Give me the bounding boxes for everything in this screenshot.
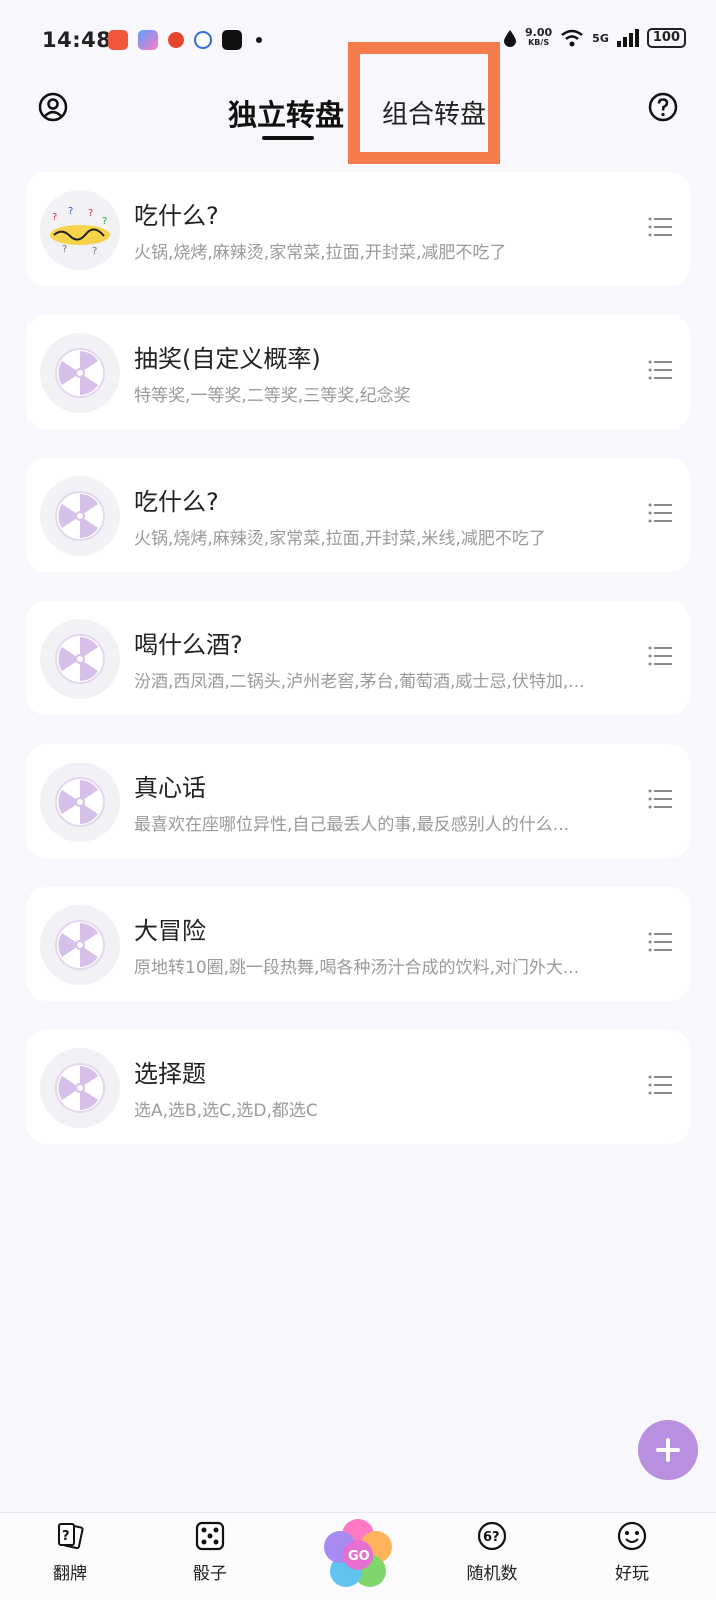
active-tab-indicator bbox=[262, 136, 314, 140]
wheel-icon bbox=[55, 920, 105, 970]
help-icon[interactable] bbox=[648, 92, 678, 122]
nav-fun[interactable]: 好玩 bbox=[592, 1521, 672, 1584]
item-subtitle: 特等奖,一等奖,二等奖,三等奖,纪念奖 bbox=[134, 386, 411, 406]
wifi-icon bbox=[561, 29, 583, 47]
colorful-app-icon bbox=[138, 30, 158, 50]
list-item[interactable]: 选择题 选A,选B,选C,选D,都选C bbox=[26, 1030, 690, 1144]
item-title: 吃什么? bbox=[134, 488, 219, 516]
nav-flip-label: 翻牌 bbox=[53, 1564, 87, 1584]
item-subtitle: 原地转10圈,跳一段热舞,喝各种汤汁合成的饮料,对门外大... bbox=[134, 958, 580, 978]
nav-fun-label: 好玩 bbox=[615, 1564, 649, 1584]
item-subtitle: 火锅,烧烤,麻辣烫,家常菜,拉面,开封菜,米线,减肥不吃了 bbox=[134, 529, 546, 549]
wheel-icon bbox=[55, 1063, 105, 1113]
wheel-avatar bbox=[40, 762, 120, 842]
flip-card-icon: ? bbox=[58, 1523, 84, 1550]
item-title: 吃什么? bbox=[134, 202, 219, 230]
custom-sticker-avatar: ? ? ? ? ? ? bbox=[40, 190, 120, 270]
nav-random-number[interactable]: 6? 随机数 bbox=[452, 1521, 532, 1584]
list-item[interactable]: 喝什么酒? 汾酒,西凤酒,二锅头,泸州老窖,茅台,葡萄酒,威士忌,伏特加,... bbox=[26, 601, 690, 715]
svg-text:?: ? bbox=[88, 208, 93, 219]
wheel-avatar bbox=[40, 1048, 120, 1128]
wheel-icon bbox=[55, 348, 105, 398]
tab-highlight-box bbox=[348, 42, 500, 164]
svg-text:?: ? bbox=[62, 1529, 70, 1544]
list-item[interactable]: 大冒险 原地转10圈,跳一段热舞,喝各种汤汁合成的饮料,对门外大... bbox=[26, 887, 690, 1001]
sticker-image: ? ? ? ? ? ? bbox=[40, 190, 120, 270]
item-title: 真心话 bbox=[134, 774, 206, 802]
plus-icon bbox=[656, 1438, 680, 1462]
svg-text:6?: 6? bbox=[483, 1530, 500, 1545]
video-app-icon bbox=[108, 30, 128, 50]
wheel-avatar bbox=[40, 619, 120, 699]
tab-independent-wheel[interactable]: 独立转盘 bbox=[228, 92, 344, 134]
svg-text:?: ? bbox=[102, 216, 107, 227]
list-item[interactable]: 抽奖(自定义概率) 特等奖,一等奖,二等奖,三等奖,纪念奖 bbox=[26, 315, 690, 429]
item-subtitle: 火锅,烧烤,麻辣烫,家常菜,拉面,开封菜,减肥不吃了 bbox=[134, 243, 507, 263]
list-item[interactable]: 吃什么? 火锅,烧烤,麻辣烫,家常菜,拉面,开封菜,米线,减肥不吃了 bbox=[26, 458, 690, 572]
smile-face-icon bbox=[617, 1521, 647, 1551]
random-number-icon: 6? bbox=[477, 1521, 507, 1551]
list-menu-icon[interactable] bbox=[648, 359, 672, 381]
item-subtitle: 汾酒,西凤酒,二锅头,泸州老窖,茅台,葡萄酒,威士忌,伏特加,... bbox=[134, 672, 585, 692]
wheel-list: ? ? ? ? ? ? 吃什么? 火锅,烧烤,麻辣烫,家常菜,拉面,开封菜,减肥… bbox=[26, 172, 690, 1173]
svg-text:?: ? bbox=[68, 206, 73, 217]
paw-app-icon bbox=[194, 31, 212, 49]
bottom-navigation: ? 翻牌 骰子 GO 6? 随机数 好玩 bbox=[0, 1512, 716, 1600]
list-menu-icon[interactable] bbox=[648, 788, 672, 810]
list-menu-icon[interactable] bbox=[648, 1074, 672, 1096]
dice-icon bbox=[195, 1521, 225, 1551]
data-drop-icon bbox=[504, 30, 517, 47]
wheel-avatar bbox=[40, 476, 120, 556]
user-profile-icon[interactable] bbox=[38, 92, 68, 122]
svg-text:?: ? bbox=[92, 246, 97, 257]
item-subtitle: 最喜欢在座哪位异性,自己最丢人的事,最反感别人的什么... bbox=[134, 815, 570, 835]
signal-label: 5G bbox=[592, 31, 609, 45]
list-menu-icon[interactable] bbox=[648, 502, 672, 524]
nav-dice-label: 骰子 bbox=[193, 1564, 227, 1584]
item-title: 大冒险 bbox=[134, 917, 206, 945]
network-speed: 9.00 KB/S bbox=[525, 26, 553, 47]
svg-text:?: ? bbox=[62, 244, 67, 255]
list-menu-icon[interactable] bbox=[648, 931, 672, 953]
add-wheel-button[interactable] bbox=[638, 1420, 698, 1480]
list-item[interactable]: 真心话 最喜欢在座哪位异性,自己最丢人的事,最反感别人的什么... bbox=[26, 744, 690, 858]
tiktok-app-icon bbox=[222, 30, 242, 50]
go-flower-icon: GO bbox=[324, 1519, 392, 1587]
wheel-icon bbox=[55, 634, 105, 684]
notification-icons bbox=[108, 30, 262, 50]
item-title: 抽奖(自定义概率) bbox=[134, 345, 321, 373]
list-item[interactable]: ? ? ? ? ? ? 吃什么? 火锅,烧烤,麻辣烫,家常菜,拉面,开封菜,减肥… bbox=[26, 172, 690, 286]
system-indicators: 9.00 KB/S 5G 100 bbox=[503, 26, 686, 48]
item-title: 选择题 bbox=[134, 1060, 206, 1088]
wheel-icon bbox=[55, 777, 105, 827]
tomato-app-icon bbox=[168, 32, 184, 48]
wheel-icon bbox=[55, 491, 105, 541]
nav-flip-cards[interactable]: ? 翻牌 bbox=[30, 1521, 110, 1584]
svg-text:?: ? bbox=[52, 212, 57, 223]
status-time: 14:48 bbox=[42, 28, 112, 52]
nav-dice[interactable]: 骰子 bbox=[170, 1521, 250, 1584]
item-title: 喝什么酒? bbox=[134, 631, 243, 659]
wheel-avatar bbox=[40, 905, 120, 985]
list-menu-icon[interactable] bbox=[648, 645, 672, 667]
nav-random-label: 随机数 bbox=[466, 1564, 518, 1584]
more-notifications-icon bbox=[256, 37, 262, 43]
list-menu-icon[interactable] bbox=[648, 216, 672, 238]
wheel-avatar bbox=[40, 333, 120, 413]
item-subtitle: 选A,选B,选C,选D,都选C bbox=[134, 1101, 318, 1121]
signal-icon bbox=[616, 29, 639, 47]
battery-indicator: 100 bbox=[646, 28, 686, 48]
go-spin-button[interactable]: GO bbox=[322, 1519, 394, 1591]
go-label: GO bbox=[348, 1549, 370, 1564]
